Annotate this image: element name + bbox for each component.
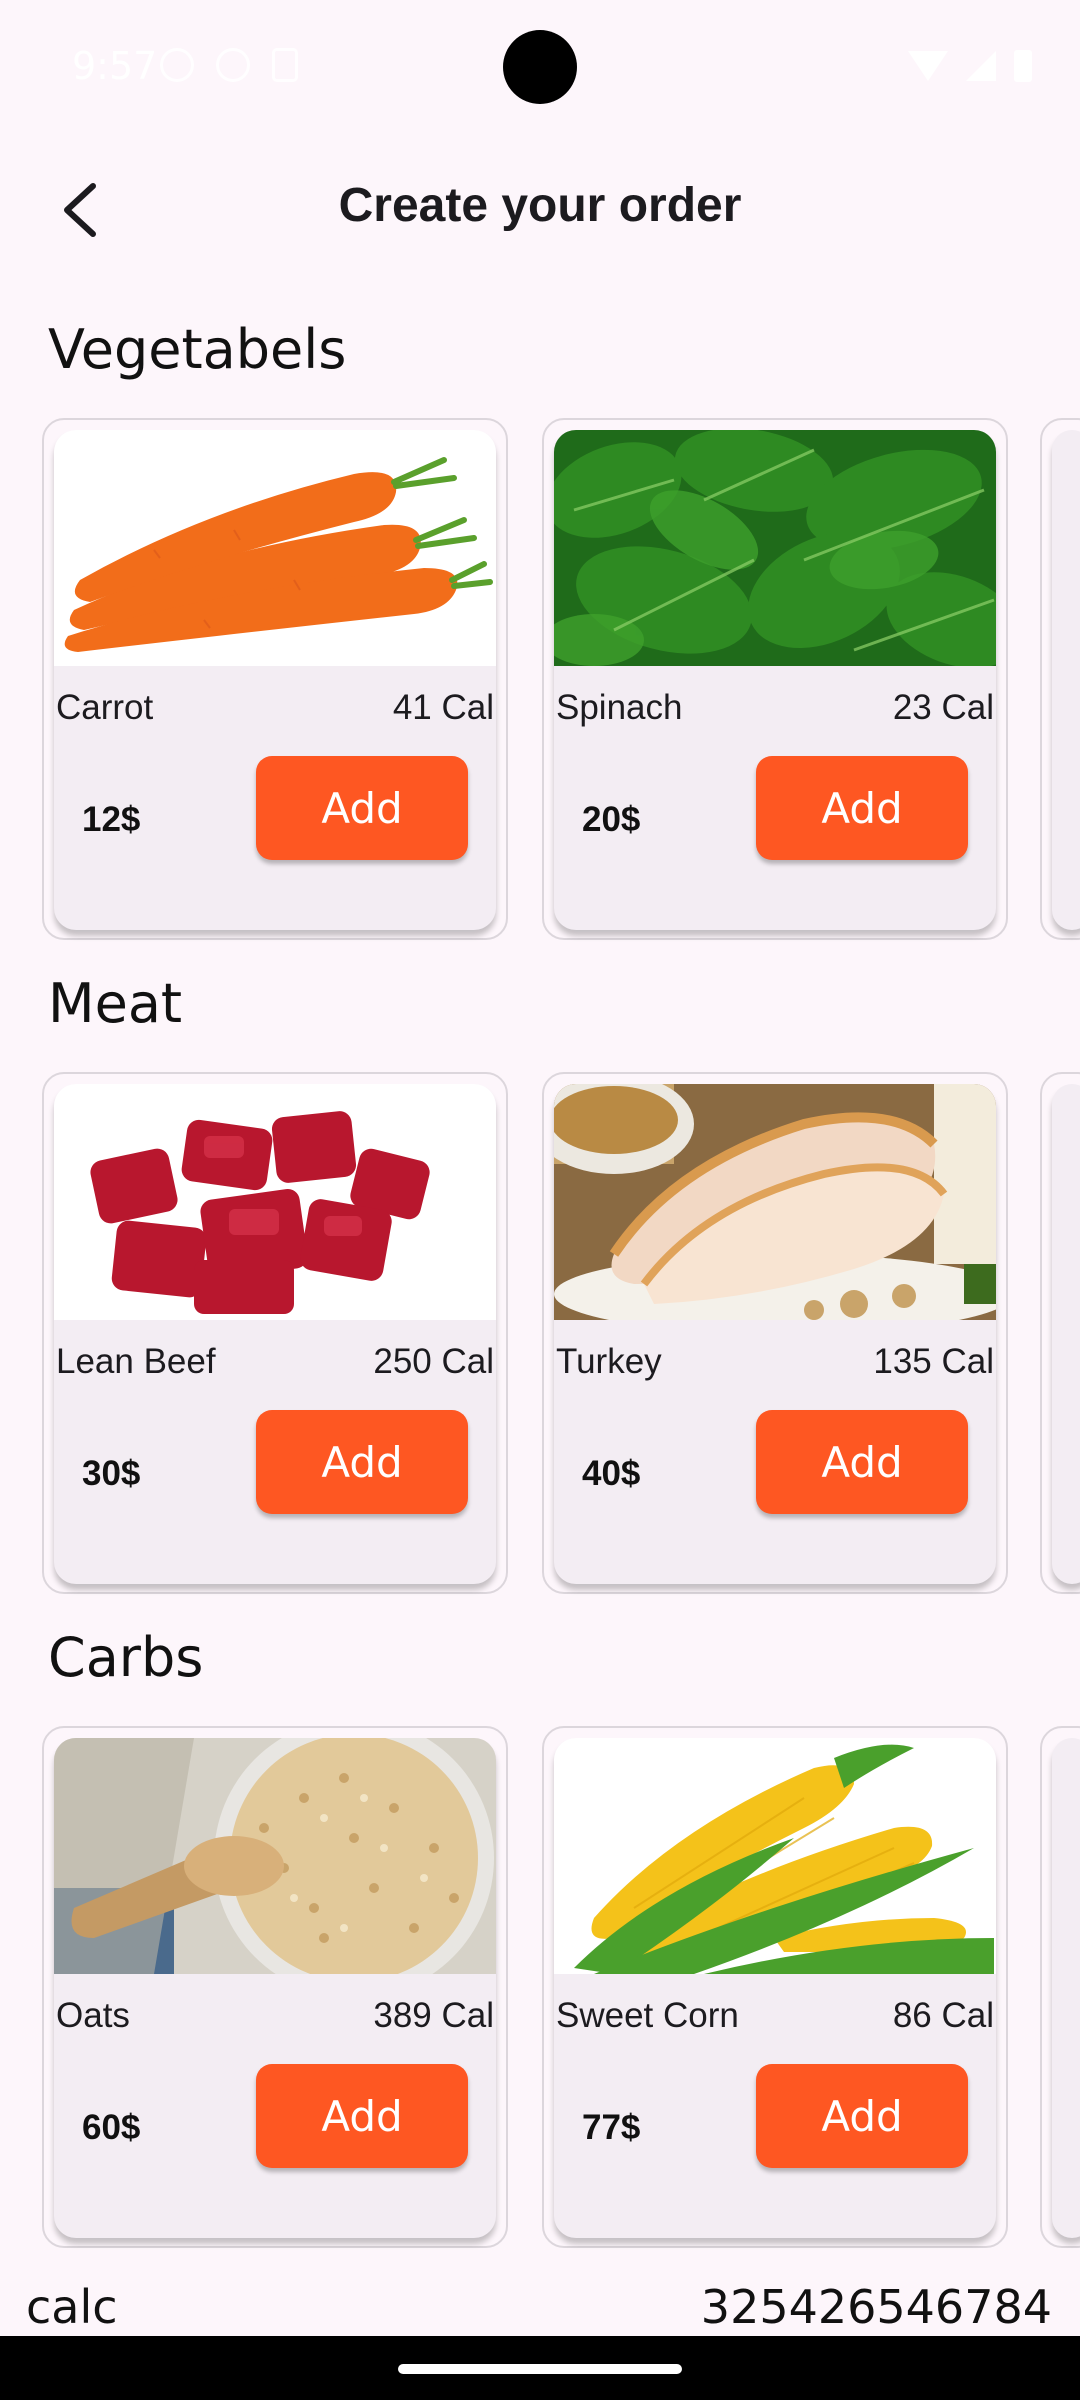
alarm-icon	[216, 48, 250, 82]
product-price: 12$	[82, 800, 141, 839]
meat-row[interactable]: Lean Beef 250 Cal 30$ Add Turkey 135 Cal…	[0, 1072, 1080, 1602]
status-notification-icons	[160, 48, 298, 82]
product-name: Spinach	[556, 688, 683, 727]
product-calories: 41 Cal	[392, 688, 494, 727]
product-price: 40$	[582, 1454, 641, 1493]
system-navigation-bar	[0, 2336, 1080, 2400]
carbs-row[interactable]: Oats 389 Cal 60$ Add Sweet Corn 86 Cal 7…	[0, 1726, 1080, 2256]
corn-image	[554, 1738, 996, 1974]
status-time: 9:57	[72, 44, 158, 88]
oats-image	[54, 1738, 496, 1974]
product-card-oats: Oats 389 Cal 60$ Add	[42, 1726, 508, 2248]
camera-cutout	[503, 30, 577, 104]
status-bar: 9:57	[0, 0, 1080, 130]
carrot-image	[54, 430, 496, 666]
product-card-turkey: Turkey 135 Cal 40$ Add	[542, 1072, 1008, 1594]
product-name: Turkey	[556, 1342, 662, 1381]
card-body: Lean Beef 250 Cal 30$ Add	[54, 1084, 496, 1584]
footer: calc 325426546784	[0, 2280, 1080, 2340]
footer-value: 325426546784	[700, 2280, 1052, 2334]
signal-icon	[966, 51, 996, 81]
vegetables-row[interactable]: Carrot 41 Cal 12$ Add Spinach 23 Cal 20$…	[0, 418, 1080, 948]
card-body: Carrot 41 Cal 12$ Add	[54, 430, 496, 930]
product-price: 20$	[582, 800, 641, 839]
spinach-image	[554, 430, 996, 666]
section-title-vegetables: Vegetabels	[48, 318, 347, 381]
product-calories: 135 Cal	[873, 1342, 994, 1381]
footer-label: calc	[26, 2280, 118, 2334]
add-button-lean-beef[interactable]: Add	[256, 1410, 468, 1514]
section-title-carbs: Carbs	[48, 1626, 204, 1689]
product-name: Lean Beef	[56, 1342, 216, 1381]
wifi-icon	[908, 51, 948, 81]
dnd-icon	[160, 48, 194, 82]
product-price: 77$	[582, 2108, 641, 2147]
product-name: Sweet Corn	[556, 1996, 739, 2035]
page-title: Create your order	[338, 179, 742, 232]
product-calories: 250 Cal	[373, 1342, 494, 1381]
status-system-icons	[908, 50, 1032, 82]
product-name: Oats	[56, 1996, 130, 2035]
card-body: Sweet Corn 86 Cal 77$ Add	[554, 1738, 996, 2238]
product-name: Carrot	[56, 688, 154, 727]
add-button-sweet-corn[interactable]: Add	[756, 2064, 968, 2168]
sim-icon	[272, 48, 298, 82]
home-indicator[interactable]	[398, 2364, 682, 2374]
add-button-turkey[interactable]: Add	[756, 1410, 968, 1514]
product-calories: 389 Cal	[373, 1996, 494, 2035]
add-button-spinach[interactable]: Add	[756, 756, 968, 860]
product-card-spinach: Spinach 23 Cal 20$ Add	[542, 418, 1008, 940]
app-header: Create your order	[0, 160, 1080, 260]
turkey-image	[554, 1084, 996, 1320]
section-title-meat: Meat	[48, 972, 183, 1035]
add-button-carrot[interactable]: Add	[256, 756, 468, 860]
product-card-lean-beef: Lean Beef 250 Cal 30$ Add	[42, 1072, 508, 1594]
next-card-peek	[1040, 418, 1080, 940]
product-calories: 86 Cal	[892, 1996, 994, 2035]
beef-image	[54, 1084, 496, 1320]
product-card-carrot: Carrot 41 Cal 12$ Add	[42, 418, 508, 940]
battery-icon	[1014, 50, 1032, 82]
next-card-peek	[1040, 1072, 1080, 1594]
next-card-peek	[1040, 1726, 1080, 2248]
product-price: 60$	[82, 2108, 141, 2147]
card-body: Oats 389 Cal 60$ Add	[54, 1738, 496, 2238]
add-button-oats[interactable]: Add	[256, 2064, 468, 2168]
card-body: Turkey 135 Cal 40$ Add	[554, 1084, 996, 1584]
product-calories: 23 Cal	[892, 688, 994, 727]
product-price: 30$	[82, 1454, 141, 1493]
card-body: Spinach 23 Cal 20$ Add	[554, 430, 996, 930]
product-card-sweet-corn: Sweet Corn 86 Cal 77$ Add	[542, 1726, 1008, 2248]
